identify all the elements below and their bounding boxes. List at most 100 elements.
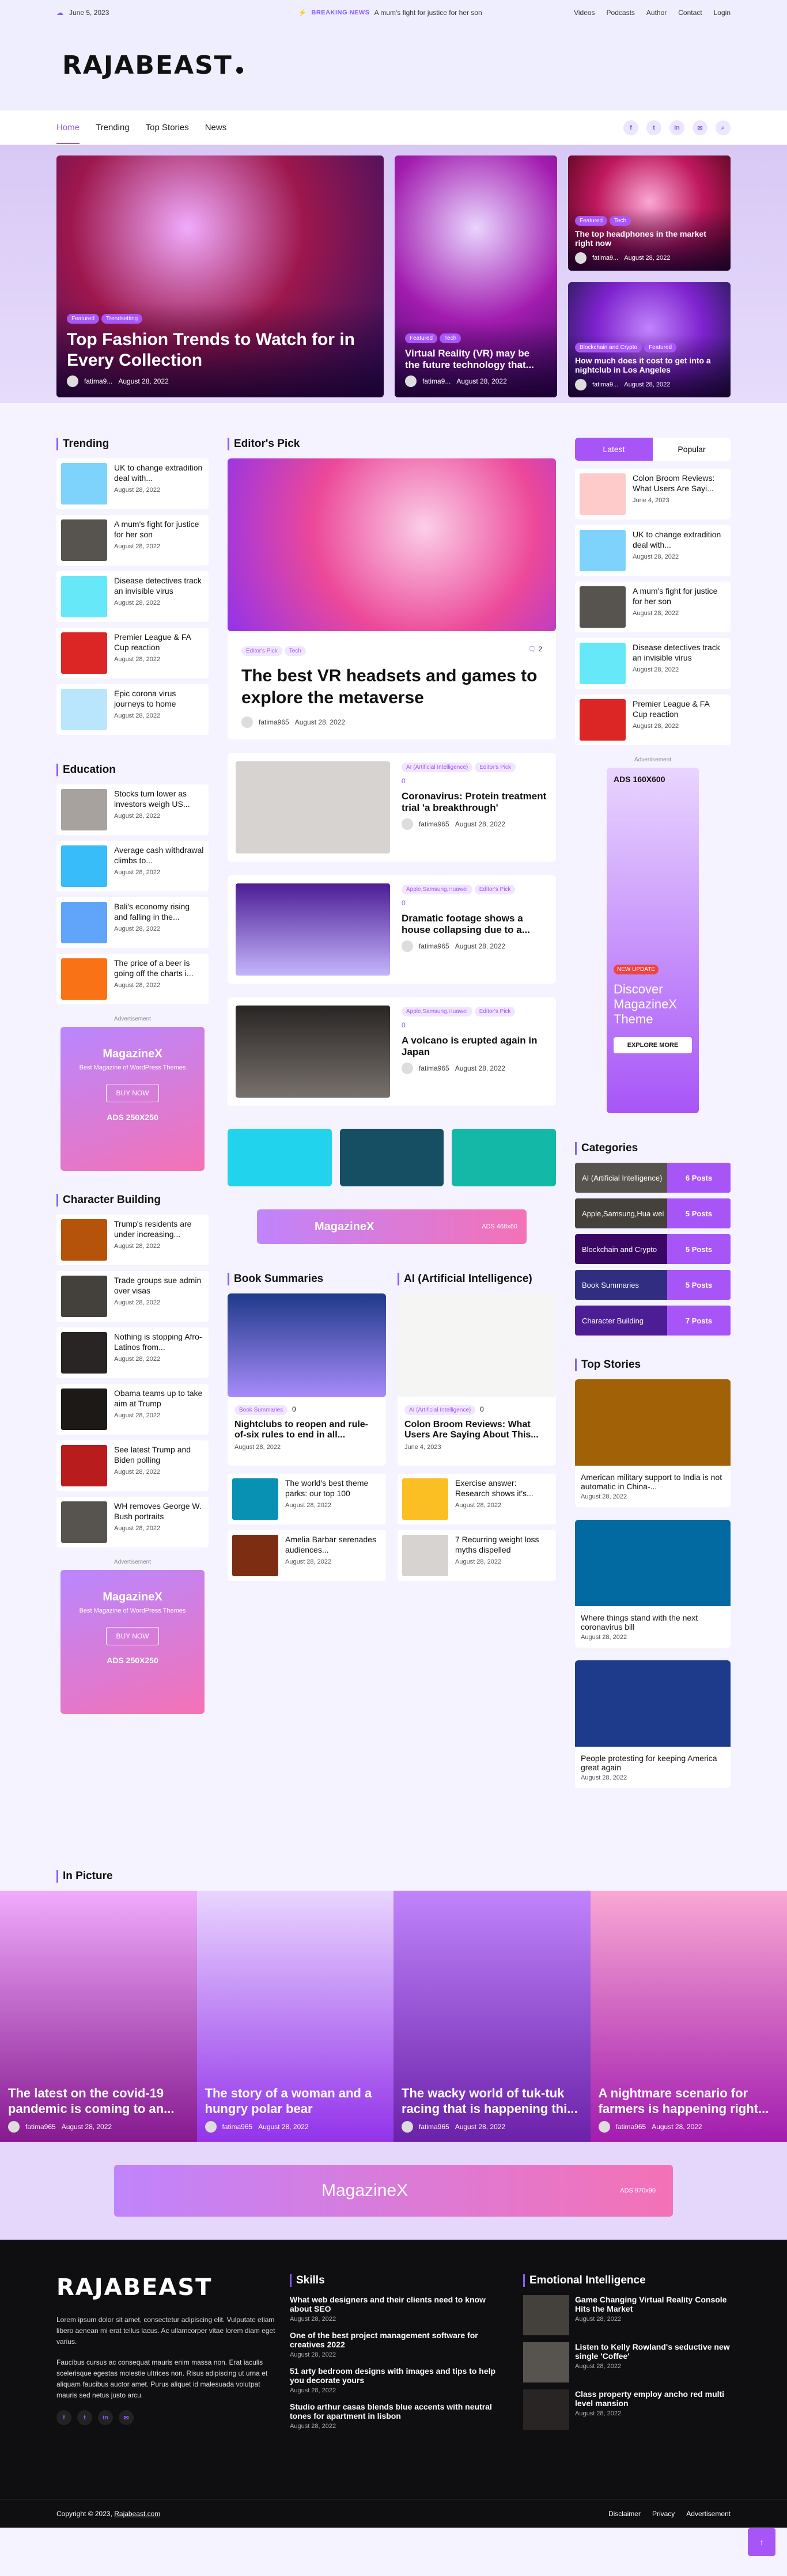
tag[interactable]: Tech: [284, 646, 306, 656]
author[interactable]: fatima9...: [592, 255, 618, 261]
item-title[interactable]: The price of a beer is going off the cha…: [114, 958, 204, 978]
list-item[interactable]: 7 Recurring weight loss myths dispelled A…: [398, 1530, 556, 1581]
hero-middle-card[interactable]: Featured Tech Virtual Reality (VR) may be…: [395, 155, 557, 397]
item-title[interactable]: Bali's economy rising and falling in the…: [114, 902, 204, 922]
image-slider[interactable]: [228, 1129, 557, 1186]
editors-list-card[interactable]: AI (Artificial Intelligence) Editor's Pic…: [228, 753, 556, 862]
breaking-text[interactable]: A mum's fight for justice for her son: [374, 9, 482, 17]
item-title[interactable]: Average cash withdrawal climbs to...: [114, 845, 204, 866]
list-item[interactable]: Obama teams up to take aim at Trump Augus…: [56, 1384, 209, 1435]
mail-icon[interactable]: ✉: [119, 2410, 134, 2426]
tab-popular[interactable]: Popular: [653, 438, 731, 461]
item-title[interactable]: Class property employ ancho red multi le…: [575, 2389, 731, 2408]
top-story-card[interactable]: People protesting for keeping America gr…: [575, 1660, 731, 1788]
item-title[interactable]: A nightmare scenario for farmers is happ…: [599, 2086, 780, 2116]
list-item[interactable]: WH removes George W. Bush portraits Augus…: [56, 1497, 209, 1547]
item-title[interactable]: A volcano is erupted again in Japan: [402, 1035, 548, 1058]
tag[interactable]: Featured: [405, 333, 438, 343]
item-title[interactable]: Amelia Barbar serenades audiences...: [285, 1535, 381, 1555]
item-title[interactable]: Listen to Kelly Rowland's seductive new …: [575, 2342, 731, 2361]
tag[interactable]: Featured: [575, 216, 608, 226]
list-item[interactable]: UK to change extradition deal with... Aug…: [56, 458, 209, 509]
footer-link-advertisement[interactable]: Advertisement: [686, 2510, 731, 2518]
hero-middle-title[interactable]: Virtual Reality (VR) may be the future t…: [405, 348, 547, 371]
ad-explore-button[interactable]: EXPLORE MORE: [614, 1037, 692, 1053]
mail-icon[interactable]: ✉: [693, 120, 707, 135]
category-item[interactable]: Blockchain and Crypto 5 Posts: [575, 1234, 731, 1264]
tag[interactable]: Blockchain and Crypto: [575, 343, 642, 352]
ad-tall[interactable]: ADS 160X600 NEW UPDATE Discover Magazine…: [607, 768, 699, 1113]
ad-buy-button[interactable]: BUY NOW: [106, 1084, 159, 1102]
author[interactable]: fatima9...: [422, 377, 451, 385]
list-item[interactable]: The world's best theme parks: our top 10…: [228, 1474, 386, 1524]
tag[interactable]: Editor's Pick: [241, 646, 282, 656]
list-item[interactable]: See latest Trump and Biden polling August…: [56, 1440, 209, 1491]
author[interactable]: fatima965: [259, 718, 289, 726]
author[interactable]: fatima965: [419, 1064, 449, 1072]
ad-buy-button[interactable]: BUY NOW: [106, 1627, 159, 1645]
tab-latest[interactable]: Latest: [575, 438, 653, 461]
author[interactable]: fatima965: [616, 2123, 646, 2131]
item-title[interactable]: Premier League & FA Cup reaction: [114, 632, 204, 652]
hero-right-top-title[interactable]: The top headphones in the market right n…: [575, 229, 724, 248]
nav-home[interactable]: Home: [56, 112, 80, 144]
item-title[interactable]: UK to change extradition deal with...: [633, 530, 726, 550]
top-link-login[interactable]: Login: [714, 9, 731, 17]
category-item[interactable]: Book Summaries 5 Posts: [575, 1270, 731, 1300]
ad-square[interactable]: MagazineX Best Magazine of WordPress The…: [60, 1027, 205, 1171]
list-item[interactable]: Stocks turn lower as investors weigh US.…: [56, 784, 209, 835]
list-item[interactable]: Premier League & FA Cup reaction August 2…: [575, 695, 731, 745]
hero-main-title[interactable]: Top Fashion Trends to Watch for in Every…: [67, 329, 373, 371]
ad-square[interactable]: MagazineX Best Magazine of WordPress The…: [60, 1570, 205, 1714]
item-title[interactable]: Nightclubs to reopen and rule-of-six rul…: [234, 1420, 379, 1440]
back-to-top-button[interactable]: ↑: [748, 2528, 775, 2556]
twitter-icon[interactable]: t: [646, 120, 661, 135]
list-item[interactable]: Disease detectives track an invisible vi…: [56, 571, 209, 622]
author[interactable]: fatima965: [222, 2123, 253, 2131]
item-title[interactable]: Colon Broom Reviews: What Users Are Sayi…: [404, 1420, 549, 1440]
list-item[interactable]: Epic corona virus journeys to home August…: [56, 684, 209, 735]
item-title[interactable]: A mum's fight for justice for her son: [633, 586, 726, 606]
tag[interactable]: Featured: [644, 343, 677, 352]
tag[interactable]: Editor's Pick: [474, 1007, 516, 1016]
item-title[interactable]: Nothing is stopping Afro-Latinos from...: [114, 1332, 204, 1352]
item-title[interactable]: What web designers and their clients nee…: [290, 2295, 509, 2313]
list-item[interactable]: Premier League & FA Cup reaction August 2…: [56, 628, 209, 678]
feature-title[interactable]: The best VR headsets and games to explor…: [241, 665, 542, 708]
hero-right-bottom-title[interactable]: How much does it cost to get into a nigh…: [575, 356, 724, 374]
list-item[interactable]: Amelia Barbar serenades audiences... Augu…: [228, 1530, 386, 1581]
item-title[interactable]: The latest on the covid-19 pandemic is c…: [8, 2086, 189, 2116]
tag[interactable]: Editor's Pick: [474, 885, 516, 894]
nav-trending[interactable]: Trending: [96, 112, 130, 144]
banner-ad[interactable]: MagazineX ADS 468x60: [257, 1209, 527, 1244]
ai-main-card[interactable]: AI (Artificial Intelligence) 0 Colon Broo…: [398, 1293, 556, 1466]
item-title[interactable]: Coronavirus: Protein treatment trial 'a …: [402, 791, 548, 814]
item-title[interactable]: Where things stand with the next coronav…: [575, 1606, 731, 1634]
top-link-author[interactable]: Author: [646, 9, 667, 17]
linkedin-icon[interactable]: in: [669, 120, 684, 135]
category-item[interactable]: Apple,Samsung,Hua wei 5 Posts: [575, 1198, 731, 1228]
item-title[interactable]: Premier League & FA Cup reaction: [633, 699, 726, 719]
tag[interactable]: Featured: [67, 314, 100, 324]
item-title[interactable]: Studio arthur casas blends blue accents …: [290, 2402, 509, 2421]
item-title[interactable]: Obama teams up to take aim at Trump: [114, 1388, 204, 1409]
slide[interactable]: [339, 1129, 444, 1186]
editors-feature-card[interactable]: Editor's Pick Tech 🗨 2 The best VR headset…: [228, 458, 556, 739]
category-item[interactable]: AI (Artificial Intelligence) 6 Posts: [575, 1163, 731, 1193]
footer-link-privacy[interactable]: Privacy: [652, 2510, 675, 2518]
picture-card[interactable]: The story of a woman and a hungry polar …: [196, 1891, 394, 2142]
item-title[interactable]: The wacky world of tuk-tuk racing that i…: [402, 2086, 582, 2116]
books-main-card[interactable]: Book Summaries 0 Nightclubs to reopen and…: [228, 1293, 386, 1466]
author[interactable]: fatima965: [419, 2123, 449, 2131]
item-title[interactable]: Disease detectives track an invisible vi…: [114, 576, 204, 596]
item-title[interactable]: 51 arty bedroom designs with images and …: [290, 2366, 509, 2385]
top-story-card[interactable]: Where things stand with the next coronav…: [575, 1520, 731, 1648]
item-title[interactable]: UK to change extradition deal with...: [114, 463, 204, 483]
picture-card[interactable]: A nightmare scenario for farmers is happ…: [590, 1891, 787, 2142]
picture-card[interactable]: The latest on the covid-19 pandemic is c…: [0, 1891, 197, 2142]
item-title[interactable]: Epic corona virus journeys to home: [114, 689, 204, 709]
hero-right-top-card[interactable]: Featured Tech The top headphones in the m…: [568, 155, 731, 271]
top-link-contact[interactable]: Contact: [678, 9, 702, 17]
hero-main-card[interactable]: Featured Trendsetting Top Fashion Trends …: [56, 155, 384, 397]
slide[interactable]: [228, 1129, 332, 1186]
